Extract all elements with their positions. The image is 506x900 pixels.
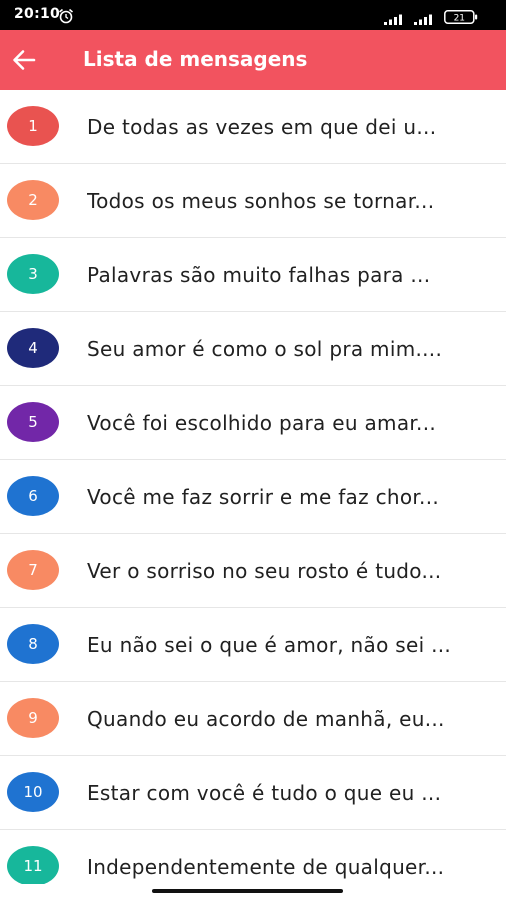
signal-icon bbox=[384, 10, 406, 25]
message-number-badge: 5 bbox=[7, 402, 59, 442]
message-number-badge: 10 bbox=[7, 772, 59, 812]
message-list-item[interactable]: 2 Todos os meus sonhos se tornar... bbox=[0, 164, 506, 238]
app-bar: Lista de mensagens bbox=[0, 30, 506, 90]
battery-level: 21 bbox=[454, 14, 465, 24]
message-preview: Independentemente de qualquer... bbox=[87, 855, 445, 879]
message-list-item[interactable]: 4 Seu amor é como o sol pra mim.... bbox=[0, 312, 506, 386]
status-time: 20:10 bbox=[14, 6, 61, 22]
page-title: Lista de mensagens bbox=[83, 47, 308, 71]
message-number-badge: 1 bbox=[7, 106, 59, 146]
message-preview: Palavras são muito falhas para ... bbox=[87, 263, 431, 287]
message-preview: Ver o sorriso no seu rosto é tudo... bbox=[87, 559, 442, 583]
message-preview: Estar com você é tudo o que eu ... bbox=[87, 781, 442, 805]
message-preview: Eu não sei o que é amor, não sei ... bbox=[87, 633, 452, 657]
message-preview: Seu amor é como o sol pra mim.... bbox=[87, 337, 443, 361]
message-number-badge: 9 bbox=[7, 698, 59, 738]
message-number-badge: 4 bbox=[7, 328, 59, 368]
arrow-left-icon bbox=[13, 50, 36, 70]
message-list-item[interactable]: 8 Eu não sei o que é amor, não sei ... bbox=[0, 608, 506, 682]
signal-icon bbox=[414, 10, 436, 25]
message-number-badge: 2 bbox=[7, 180, 59, 220]
message-list-item[interactable]: 3 Palavras são muito falhas para ... bbox=[0, 238, 506, 312]
message-list-item[interactable]: 5 Você foi escolhido para eu amar... bbox=[0, 386, 506, 460]
message-list-item[interactable]: 6 Você me faz sorrir e me faz chor... bbox=[0, 460, 506, 534]
message-list-item[interactable]: 9 Quando eu acordo de manhã, eu... bbox=[0, 682, 506, 756]
message-list-item[interactable]: 7 Ver o sorriso no seu rosto é tudo... bbox=[0, 534, 506, 608]
message-number-badge: 11 bbox=[7, 846, 59, 886]
message-number-badge: 7 bbox=[7, 550, 59, 590]
message-preview: Todos os meus sonhos se tornar... bbox=[87, 189, 435, 213]
message-preview: De todas as vezes em que dei u... bbox=[87, 115, 437, 139]
alarm-icon bbox=[58, 8, 74, 24]
message-preview: Você me faz sorrir e me faz chor... bbox=[87, 485, 440, 509]
message-number-badge: 6 bbox=[7, 476, 59, 516]
navigation-bar bbox=[0, 884, 506, 900]
message-list-item[interactable]: 10 Estar com você é tudo o que eu ... bbox=[0, 756, 506, 830]
message-preview: Você foi escolhido para eu amar... bbox=[87, 411, 437, 435]
message-preview: Quando eu acordo de manhã, eu... bbox=[87, 707, 445, 731]
message-list: 1 De todas as vezes em que dei u... 2 Todos… bbox=[0, 90, 506, 900]
back-button[interactable] bbox=[6, 40, 46, 80]
status-bar: 20:10 21 bbox=[0, 0, 506, 30]
screen: 20:10 21 Lista de mensagens 1 De todas a… bbox=[0, 0, 506, 900]
battery-icon: 21 bbox=[444, 9, 478, 24]
message-number-badge: 8 bbox=[7, 624, 59, 664]
message-list-item[interactable]: 1 De todas as vezes em que dei u... bbox=[0, 90, 506, 164]
message-number-badge: 3 bbox=[7, 254, 59, 294]
home-indicator[interactable] bbox=[152, 889, 343, 893]
